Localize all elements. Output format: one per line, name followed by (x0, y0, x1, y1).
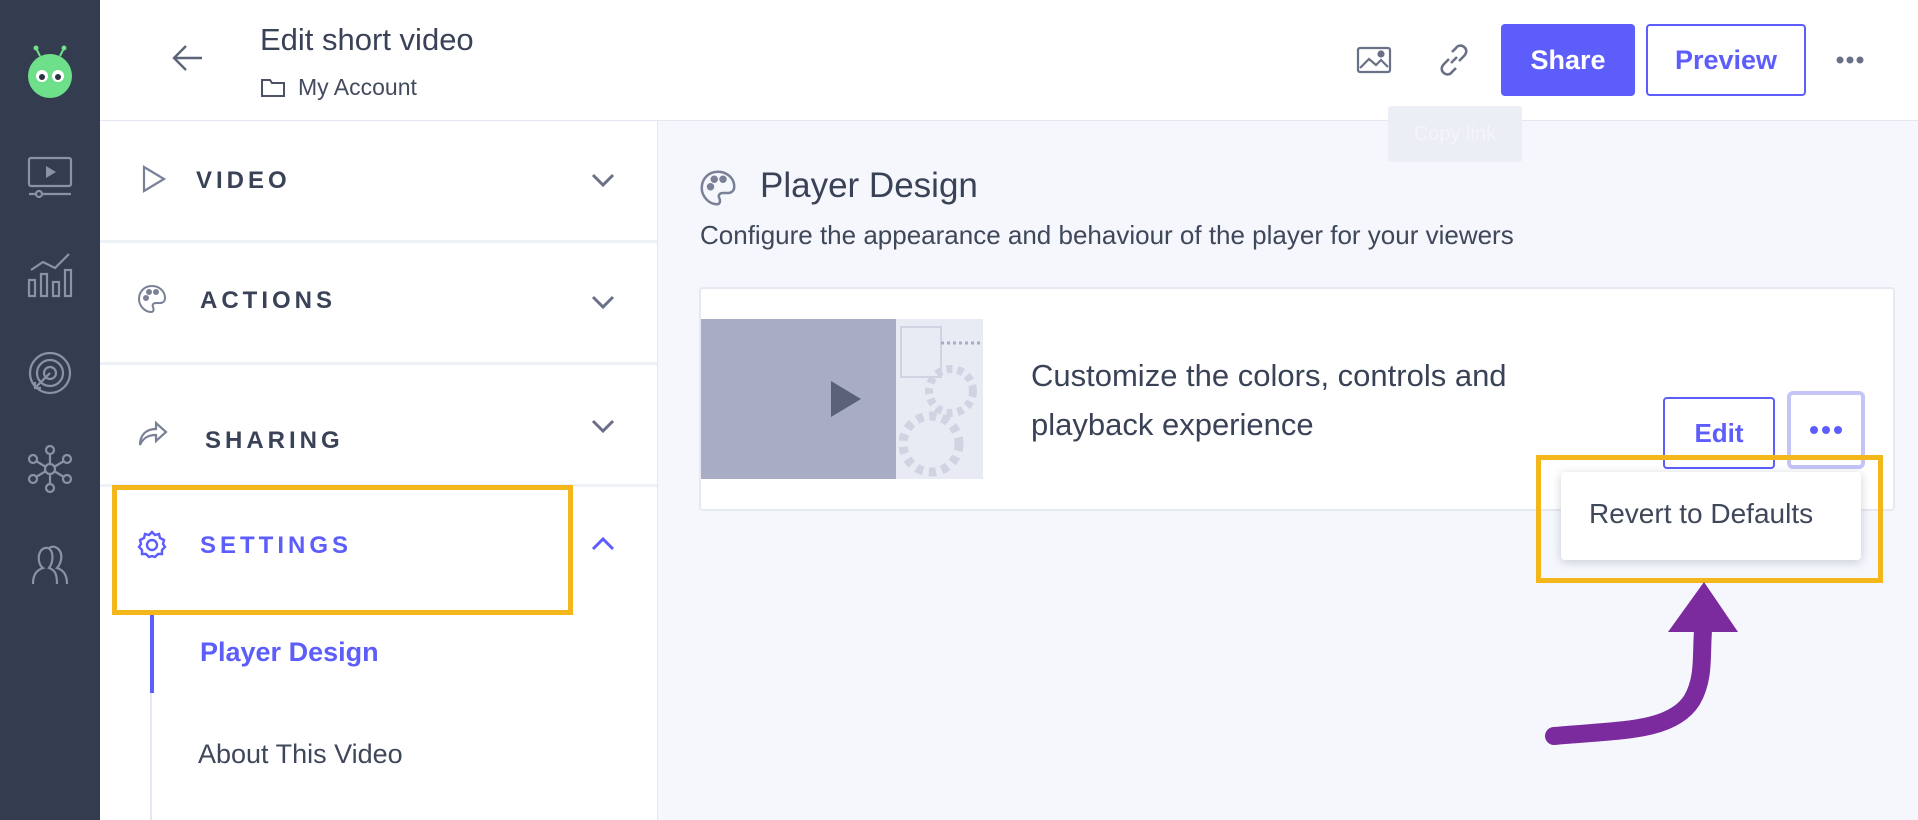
video-library-icon[interactable] (25, 152, 75, 202)
breadcrumb[interactable]: My Account (298, 74, 417, 101)
sidebar-section-sharing[interactable]: SHARING (100, 365, 657, 487)
header-bar: Edit short video My Account Share Previe… (100, 0, 1918, 121)
section-title: Player Design (760, 166, 978, 205)
annotation-highlight-settings (112, 485, 573, 615)
more-horizontal-icon (1810, 426, 1842, 434)
sidebar-item-player-design[interactable]: Player Design (200, 637, 379, 668)
palette-icon (137, 284, 167, 314)
submenu-divider (150, 693, 152, 820)
folder-icon (261, 79, 285, 97)
page-title: Edit short video (260, 22, 474, 57)
preview-button[interactable]: Preview (1646, 24, 1806, 96)
sidebar-section-video[interactable]: VIDEO (100, 121, 657, 243)
chevron-up-icon (591, 536, 615, 551)
palette-icon (700, 170, 736, 206)
editor-sidebar: VIDEO ACTIONS SHARING SETTINGS (100, 121, 658, 820)
analytics-icon[interactable] (25, 250, 75, 300)
active-indicator (150, 611, 154, 693)
card-description: Customize the colors, controls and playb… (1031, 358, 1507, 442)
annotation-arrow (1545, 582, 1738, 745)
contacts-icon[interactable] (25, 540, 75, 590)
share-button[interactable]: Share (1501, 24, 1635, 96)
app-logo[interactable] (24, 44, 76, 100)
sidebar-item-about-this-video[interactable]: About This Video (198, 739, 403, 770)
sidebar-section-actions[interactable]: ACTIONS (100, 243, 657, 365)
targeting-icon[interactable] (25, 348, 75, 398)
copy-link-tooltip: Copy link (1388, 106, 1522, 162)
sidebar-section-label: VIDEO (196, 167, 291, 194)
chevron-down-icon (591, 419, 615, 434)
more-horizontal-icon[interactable] (1830, 40, 1870, 80)
play-icon (142, 165, 167, 193)
link-icon[interactable] (1434, 40, 1474, 80)
integrations-icon[interactable] (25, 444, 75, 494)
back-arrow-icon[interactable] (170, 40, 206, 76)
share-arrow-icon (138, 420, 168, 446)
player-thumbnail (701, 319, 983, 479)
annotation-highlight-dropdown (1536, 455, 1883, 583)
image-icon[interactable] (1354, 40, 1394, 80)
sidebar-section-label: SHARING (205, 427, 344, 454)
sidebar-section-label: ACTIONS (200, 287, 336, 314)
chevron-down-icon (591, 295, 615, 310)
chevron-down-icon (591, 173, 615, 188)
section-description: Configure the appearance and behaviour o… (700, 220, 1514, 250)
app-rail (0, 0, 100, 820)
